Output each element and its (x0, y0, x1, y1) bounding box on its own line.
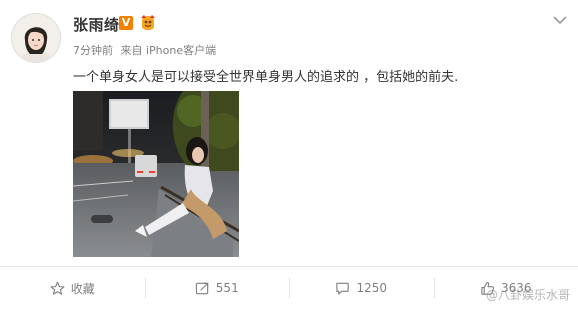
weibo-post-card: 张雨绮 V 7分钟前 来自 iPhone客户端 一个单身女人是可以接受全世界单身… (0, 0, 578, 309)
post-source[interactable]: 来自 iPhone客户端 (121, 44, 217, 57)
star-icon (50, 281, 65, 295)
post-text: 一个单身女人是可以接受全世界单身男人的追求的 ，包括她的前夫. (73, 70, 459, 85)
post-photo[interactable] (73, 91, 239, 257)
vip-member-icon (141, 15, 155, 30)
repost-icon (195, 282, 209, 294)
repost-count: 551 (215, 281, 239, 295)
avatar[interactable] (11, 13, 61, 63)
post-meta: 7分钟前 来自 iPhone客户端 (73, 42, 220, 58)
comment-button[interactable]: 1250 (289, 267, 434, 309)
comment-icon (336, 282, 350, 295)
chevron-down-icon[interactable] (552, 14, 568, 26)
comment-count: 1250 (356, 281, 388, 295)
repost-button[interactable]: 551 (144, 267, 290, 309)
author-name[interactable]: 张雨绮 (73, 14, 120, 35)
watermark: @八卦娱乐水哥 (485, 288, 570, 302)
post-time[interactable]: 7分钟前 (73, 44, 113, 57)
verified-icon: V (119, 16, 133, 30)
favorite-button[interactable]: 收藏 (0, 267, 145, 309)
favorite-label: 收藏 (70, 281, 95, 296)
